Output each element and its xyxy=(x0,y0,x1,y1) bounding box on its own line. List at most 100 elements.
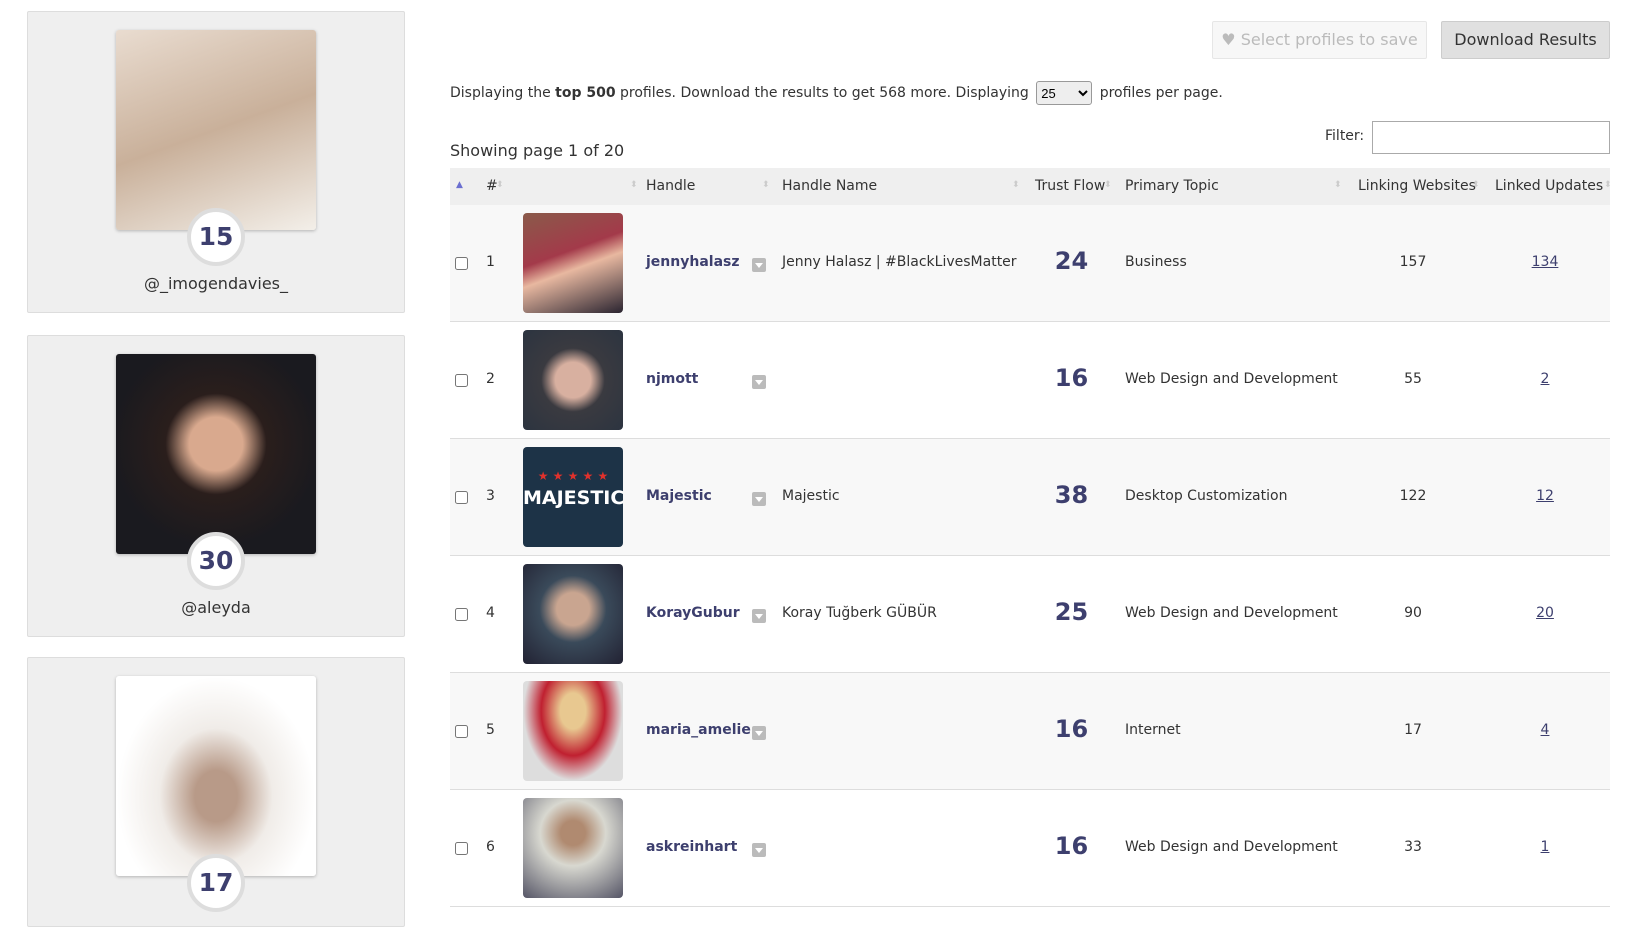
per-page-select[interactable]: 25 xyxy=(1036,81,1093,105)
sort-asc-icon[interactable]: ▲ xyxy=(456,180,463,190)
dropdown-icon[interactable] xyxy=(752,726,766,740)
linked-updates-link[interactable]: 1 xyxy=(1485,839,1605,855)
table-row: 1 jennyhalasz Jenny Halasz | #BlackLives… xyxy=(450,205,1610,322)
table-row: 3 ★ ★ ★ ★ ★ MAJESTIC Majestic Majestic 38… xyxy=(450,439,1610,556)
linked-updates-link[interactable]: 12 xyxy=(1485,488,1605,504)
dropdown-icon[interactable] xyxy=(752,375,766,389)
trust-flow: 16 xyxy=(1054,832,1089,860)
featured-handle[interactable]: @_imogendavies_ xyxy=(28,274,404,293)
profiles-table: ▲ # ⬍ ⬍ Handle ⬍ Handle Name ⬍ Trust Flow ⬍ … xyxy=(450,168,1612,907)
linked-updates-link[interactable]: 4 xyxy=(1485,722,1605,738)
profile-photo xyxy=(116,30,316,230)
row-checkbox[interactable] xyxy=(455,842,468,855)
sort-icon[interactable]: ⬍ xyxy=(1472,180,1480,190)
linked-updates-link[interactable]: 2 xyxy=(1485,371,1605,387)
handle-link[interactable]: maria_amelie xyxy=(646,722,751,738)
trust-flow-badge: 17 xyxy=(187,854,245,912)
row-checkbox[interactable] xyxy=(455,374,468,387)
profile-photo xyxy=(116,354,316,554)
featured-card[interactable]: 17 xyxy=(27,657,405,927)
profile-avatar xyxy=(523,798,623,898)
rank: 1 xyxy=(486,254,495,270)
linking-websites: 33 xyxy=(1404,839,1422,855)
trust-flow: 24 xyxy=(1054,247,1089,275)
table-row: 4 KorayGubur Koray Tuğberk GÜBÜR 25 Web … xyxy=(450,556,1610,673)
sort-icon[interactable]: ⬍ xyxy=(1334,180,1342,190)
linking-websites: 157 xyxy=(1399,254,1427,270)
featured-card[interactable]: 30 @aleyda xyxy=(27,335,405,637)
linking-websites: 17 xyxy=(1404,722,1422,738)
trust-flow-badge: 30 xyxy=(187,532,245,590)
primary-topic: Internet xyxy=(1125,722,1181,738)
handle-link[interactable]: njmott xyxy=(646,371,698,387)
results-info: Displaying the top 500 profiles. Downloa… xyxy=(450,81,1223,105)
profile-avatar xyxy=(523,681,623,781)
handle-name: Koray Tuğberk GÜBÜR xyxy=(782,605,937,621)
primary-topic: Web Design and Development xyxy=(1125,839,1338,855)
table-header: ▲ # ⬍ ⬍ Handle ⬍ Handle Name ⬍ Trust Flow ⬍ … xyxy=(450,168,1612,205)
table-row: 6 askreinhart 16 Web Design and Developm… xyxy=(450,790,1610,907)
heart-icon: ♥ xyxy=(1221,30,1236,49)
rank: 6 xyxy=(486,839,495,855)
page-status: Showing page 1 of 20 xyxy=(450,141,625,160)
trust-flow-badge: 15 xyxy=(187,208,245,266)
profile-photo xyxy=(116,676,316,876)
linking-websites: 90 xyxy=(1404,605,1422,621)
rank: 5 xyxy=(486,722,495,738)
sort-icon[interactable]: ⬍ xyxy=(1104,180,1112,190)
linking-websites: 55 xyxy=(1404,371,1422,387)
primary-topic: Desktop Customization xyxy=(1125,488,1288,504)
handle-link[interactable]: askreinhart xyxy=(646,839,737,855)
sort-icon[interactable]: ⬍ xyxy=(762,180,770,190)
table-row: 5 maria_amelie 16 Internet 17 4 xyxy=(450,673,1610,790)
sort-icon[interactable]: ⬍ xyxy=(1604,180,1612,190)
rank: 2 xyxy=(486,371,495,387)
trust-flow: 38 xyxy=(1054,481,1089,509)
sort-icon[interactable]: ⬍ xyxy=(630,180,638,190)
row-checkbox[interactable] xyxy=(455,257,468,270)
linked-updates-link[interactable]: 134 xyxy=(1485,254,1605,270)
primary-topic: Web Design and Development xyxy=(1125,605,1338,621)
row-checkbox[interactable] xyxy=(455,491,468,504)
row-checkbox[interactable] xyxy=(455,608,468,621)
rank: 4 xyxy=(486,605,495,621)
col-linking[interactable]: Linking Websites xyxy=(1358,178,1476,194)
featured-card[interactable]: 15 @_imogendavies_ xyxy=(27,11,405,313)
trust-flow: 25 xyxy=(1054,598,1089,626)
dropdown-icon[interactable] xyxy=(752,492,766,506)
trust-flow: 16 xyxy=(1054,364,1089,392)
sort-icon[interactable]: ⬍ xyxy=(496,180,504,190)
handle-name: Majestic xyxy=(782,488,840,504)
handle-link[interactable]: KorayGubur xyxy=(646,605,740,621)
handle-name: Jenny Halasz | #BlackLivesMatter xyxy=(782,254,1017,270)
filter-input[interactable] xyxy=(1372,121,1610,154)
dropdown-icon[interactable] xyxy=(752,609,766,623)
col-trust-flow[interactable]: Trust Flow xyxy=(1035,178,1105,194)
filter-label: Filter: xyxy=(1325,128,1365,144)
col-linked[interactable]: Linked Updates xyxy=(1495,178,1603,194)
table-row: 2 njmott 16 Web Design and Development 5… xyxy=(450,322,1610,439)
profile-avatar: ★ ★ ★ ★ ★ MAJESTIC xyxy=(523,447,623,547)
trust-flow: 16 xyxy=(1054,715,1089,743)
dropdown-icon[interactable] xyxy=(752,843,766,857)
sort-icon[interactable]: ⬍ xyxy=(1012,180,1020,190)
profile-avatar xyxy=(523,564,623,664)
dropdown-icon[interactable] xyxy=(752,258,766,272)
linking-websites: 122 xyxy=(1399,488,1427,504)
featured-handle[interactable]: @aleyda xyxy=(28,598,404,617)
handle-link[interactable]: jennyhalasz xyxy=(646,254,740,270)
handle-link[interactable]: Majestic xyxy=(646,488,712,504)
primary-topic: Web Design and Development xyxy=(1125,371,1338,387)
download-results-button[interactable]: Download Results xyxy=(1441,21,1610,59)
rank: 3 xyxy=(486,488,495,504)
col-topic[interactable]: Primary Topic xyxy=(1125,178,1219,194)
col-handle[interactable]: Handle xyxy=(646,178,695,194)
profile-avatar xyxy=(523,213,623,313)
select-profiles-button[interactable]: ♥ Select profiles to save xyxy=(1212,21,1427,59)
col-handle-name[interactable]: Handle Name xyxy=(782,178,877,194)
primary-topic: Business xyxy=(1125,254,1187,270)
linked-updates-link[interactable]: 20 xyxy=(1485,605,1605,621)
profile-avatar xyxy=(523,330,623,430)
stars-icon: ★ ★ ★ ★ ★ xyxy=(537,469,609,483)
row-checkbox[interactable] xyxy=(455,725,468,738)
